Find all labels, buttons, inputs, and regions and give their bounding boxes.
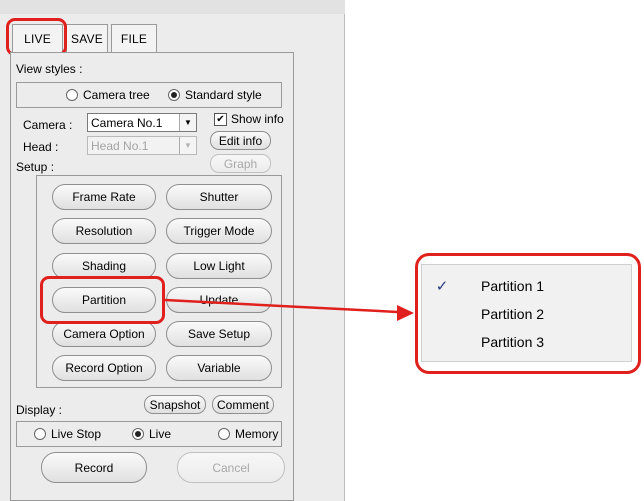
callout-arrow-line [164,298,399,314]
menu-highlight [415,253,641,374]
callout-arrow [164,298,414,321]
callout-arrow-head [397,305,414,321]
